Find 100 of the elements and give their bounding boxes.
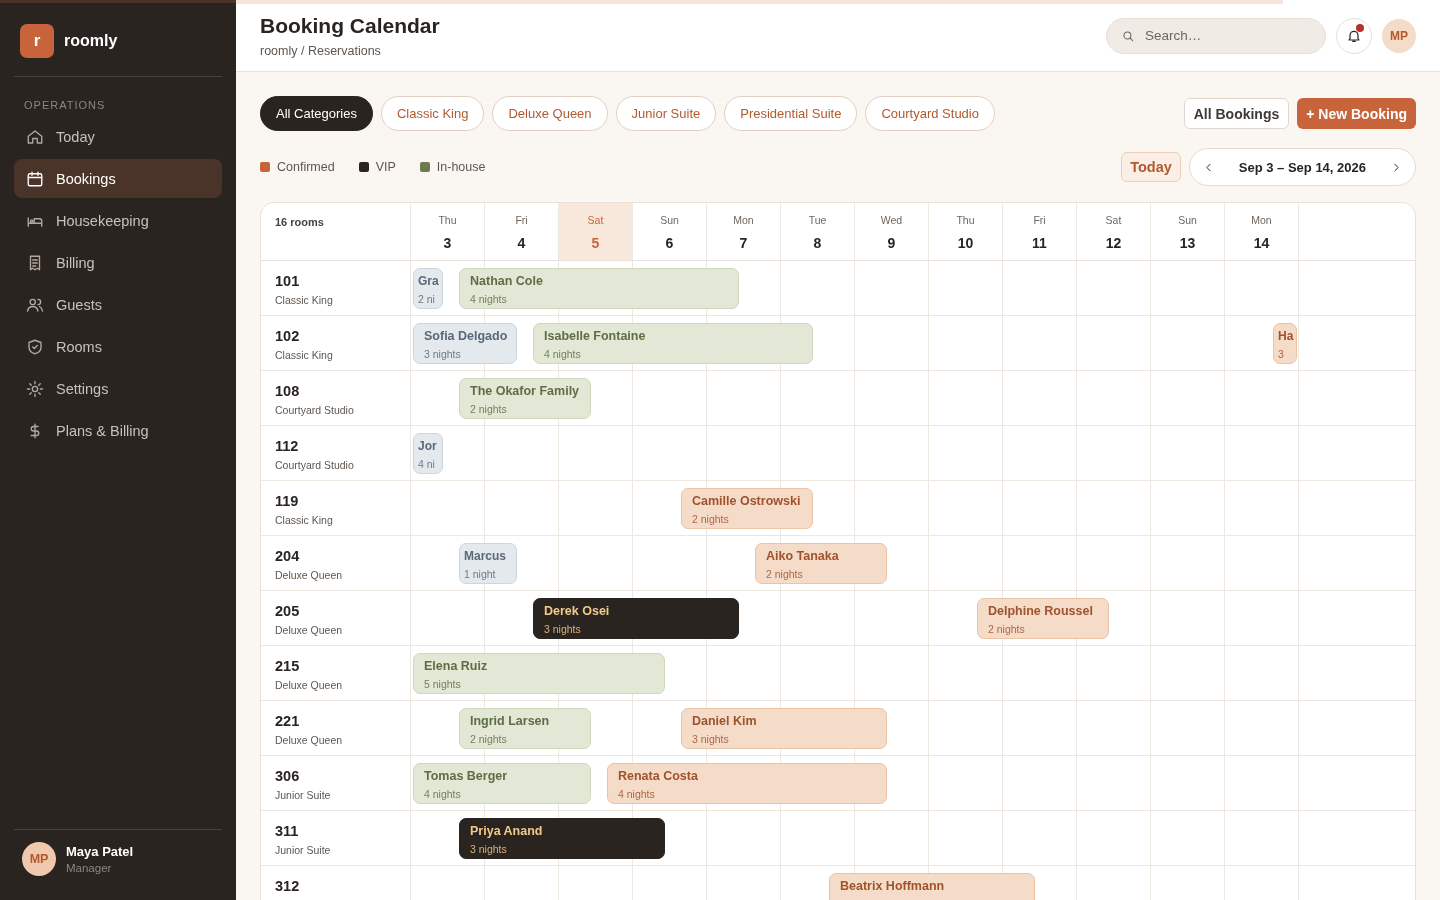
booking-bar[interactable]: The Okafor Family 2 nights [459,378,591,419]
nights-count: 2 nights [470,403,508,415]
room-number: 102 [275,328,301,344]
legend-label: VIP [375,160,396,174]
room-number: 108 [275,383,301,399]
booking-bar[interactable]: Camille Ostrowski 2 nights [681,488,813,529]
search-input[interactable]: Search… [1143,27,1307,44]
booking-bar[interactable]: Beatrix Hoffmann [829,873,1035,900]
user-avatar[interactable]: MP [22,842,56,876]
category-chip[interactable]: Classic King [380,96,485,131]
nav-item[interactable]: Rooms [14,327,222,366]
booking-bar[interactable]: Gra 2 ni [413,268,443,309]
guest-name: Isabelle Fontaine [544,329,647,343]
category-chip[interactable]: Junior Suite [615,96,717,131]
booking-bar[interactable]: Daniel Kim 3 nights [681,708,887,749]
room-type: Courtyard Studio [275,404,355,416]
guest-name: Marcus [464,549,508,563]
guest-name: Tomas Berger [424,769,509,783]
guest-name: Daniel Kim [692,714,758,728]
shield-icon [26,337,44,356]
booking-bar[interactable]: Jor 4 ni [413,433,443,474]
nav-item[interactable]: Housekeeping [14,201,222,240]
nights-count: 4 nights [618,788,656,800]
booking-bar[interactable]: Elena Ruiz 5 nights [413,653,665,694]
search-bar[interactable]: Search… [1106,17,1326,54]
category-chip[interactable]: Courtyard Studio [865,96,995,131]
nights-count: 2 nights [692,513,730,525]
booking-bar[interactable]: Delphine Roussel 2 nights [977,598,1109,639]
booking-bar[interactable]: Marcus 1 night [459,543,517,584]
date-range-label: Sep 3 – Sep 14, 2026 [1237,159,1367,175]
booking-bar[interactable]: Derek Osei 3 nights [533,598,739,639]
day-number: 7 [739,235,748,251]
room-number: 215 [275,658,301,674]
booking-bar[interactable]: Ingrid Larsen 2 nights [459,708,591,749]
nights-count: 1 night [464,568,497,580]
room-type: Deluxe Queen [275,624,344,636]
room-number: 306 [275,768,301,784]
booking-bar[interactable]: Renata Costa 4 nights [607,763,887,804]
guest-name: Priya Anand [470,824,544,838]
nav-item[interactable]: Settings [14,369,222,408]
user-name: Maya Patel [66,844,134,859]
room-type: Junior Suite [275,789,332,801]
new-booking-button[interactable]: + New Booking [1297,98,1416,129]
nights-count: 4 nights [544,348,582,360]
room-count: 16 rooms [275,216,324,228]
day-number: 3 [443,235,452,251]
room-type: Deluxe Queen [275,679,344,691]
day-number: 9 [887,235,896,251]
booking-bar[interactable]: Tomas Berger 4 nights [413,763,591,804]
guest-name: Nathan Cole [470,274,544,288]
weekday-label: Sat [587,214,604,226]
booking-bar[interactable]: Ha 3 [1273,323,1297,364]
guest-name: The Okafor Family [470,384,580,398]
logo-badge: r [20,24,54,58]
room-number: 221 [275,713,301,729]
today-button[interactable]: Today [1121,152,1181,182]
room-number: 112 [275,438,300,454]
nights-count: 2 ni [418,293,436,305]
guest-name: Beatrix Hoffmann [840,879,946,893]
room-number: 204 [275,548,301,564]
nights-count: 3 nights [424,348,462,360]
booking-bar[interactable]: Aiko Tanaka 2 nights [755,543,887,584]
day-number: 13 [1179,235,1196,251]
search-icon [1121,28,1135,43]
nav-item[interactable]: Bookings [14,159,222,198]
nav-item[interactable]: Billing [14,243,222,282]
notification-button[interactable] [1336,17,1372,54]
booking-bar[interactable]: Isabelle Fontaine 4 nights [533,323,813,364]
nav-item[interactable]: Plans & Billing [14,411,222,450]
room-number: 312 [275,878,301,894]
user-avatar[interactable]: MP [1382,18,1416,53]
guest-name: Gra [418,274,438,288]
room-type: Junior Suite [275,844,332,856]
day-number: 6 [665,235,674,251]
nights-count: 3 nights [544,623,582,635]
nights-count: 2 nights [766,568,804,580]
guest-name: Ha [1278,329,1292,343]
guest-name: Derek Osei [544,604,611,618]
booking-bar[interactable]: Nathan Cole 4 nights [459,268,739,309]
room-type: Classic King [275,294,334,306]
category-chip[interactable]: Deluxe Queen [492,96,608,131]
weekday-label: Thu [956,214,975,226]
nights-count: 3 [1278,348,1285,360]
category-chip[interactable]: All Categories [260,96,373,131]
day-number: 14 [1253,235,1270,251]
nights-count: 2 nights [988,623,1026,635]
booking-bar[interactable]: Priya Anand 3 nights [459,818,665,859]
weekday-label: Tue [808,214,827,226]
all-bookings-button[interactable]: All Bookings [1183,98,1290,129]
booking-bar[interactable]: Sofia Delgado 3 nights [413,323,517,364]
nav-item[interactable]: Today [14,117,222,156]
category-chip[interactable]: Presidential Suite [724,96,858,131]
day-number: 4 [517,235,526,251]
nights-count: 5 nights [424,678,462,690]
calendar-icon [26,169,44,188]
nav-item[interactable]: Guests [14,285,222,324]
weekday-label: Wed [880,214,903,226]
room-type: Courtyard Studio [275,459,355,471]
nights-count: 4 nights [424,788,462,800]
weekday-label: Sun [660,214,679,226]
